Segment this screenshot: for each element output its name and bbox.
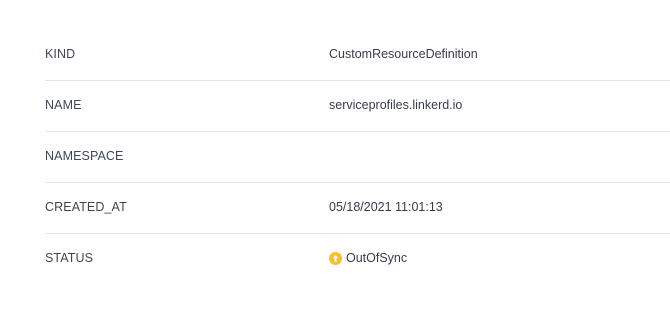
detail-key-name: NAME bbox=[45, 98, 82, 112]
kind-value-text: CustomResourceDefinition bbox=[329, 47, 478, 61]
detail-value-kind: CustomResourceDefinition bbox=[329, 47, 478, 61]
detail-key-status: STATUS bbox=[45, 251, 94, 265]
created-at-value-text: 05/18/2021 11:01:13 bbox=[329, 200, 443, 214]
details-table: KIND CustomResourceDefinition NAME servi… bbox=[45, 30, 670, 285]
detail-value-status: OutOfSync bbox=[329, 251, 407, 265]
status-value-text: OutOfSync bbox=[346, 251, 408, 265]
detail-row-namespace: NAMESPACE bbox=[45, 132, 670, 183]
resource-details-panel: KIND CustomResourceDefinition NAME servi… bbox=[0, 0, 670, 313]
detail-row-created-at: CREATED_AT 05/18/2021 11:01:13 bbox=[45, 183, 670, 234]
detail-row-status: STATUS OutOfSync bbox=[45, 234, 670, 285]
detail-value-created-at: 05/18/2021 11:01:13 bbox=[329, 200, 443, 214]
name-value-text: serviceprofiles.linkerd.io bbox=[329, 98, 463, 112]
detail-row-kind: KIND CustomResourceDefinition bbox=[45, 30, 670, 81]
detail-key-namespace: NAMESPACE bbox=[45, 149, 124, 163]
detail-value-name: serviceprofiles.linkerd.io bbox=[329, 98, 462, 112]
detail-key-created-at: CREATED_AT bbox=[45, 200, 127, 214]
out-of-sync-arrow-up-icon bbox=[329, 251, 342, 265]
detail-key-kind: KIND bbox=[45, 47, 76, 61]
detail-row-name: NAME serviceprofiles.linkerd.io bbox=[45, 81, 670, 132]
